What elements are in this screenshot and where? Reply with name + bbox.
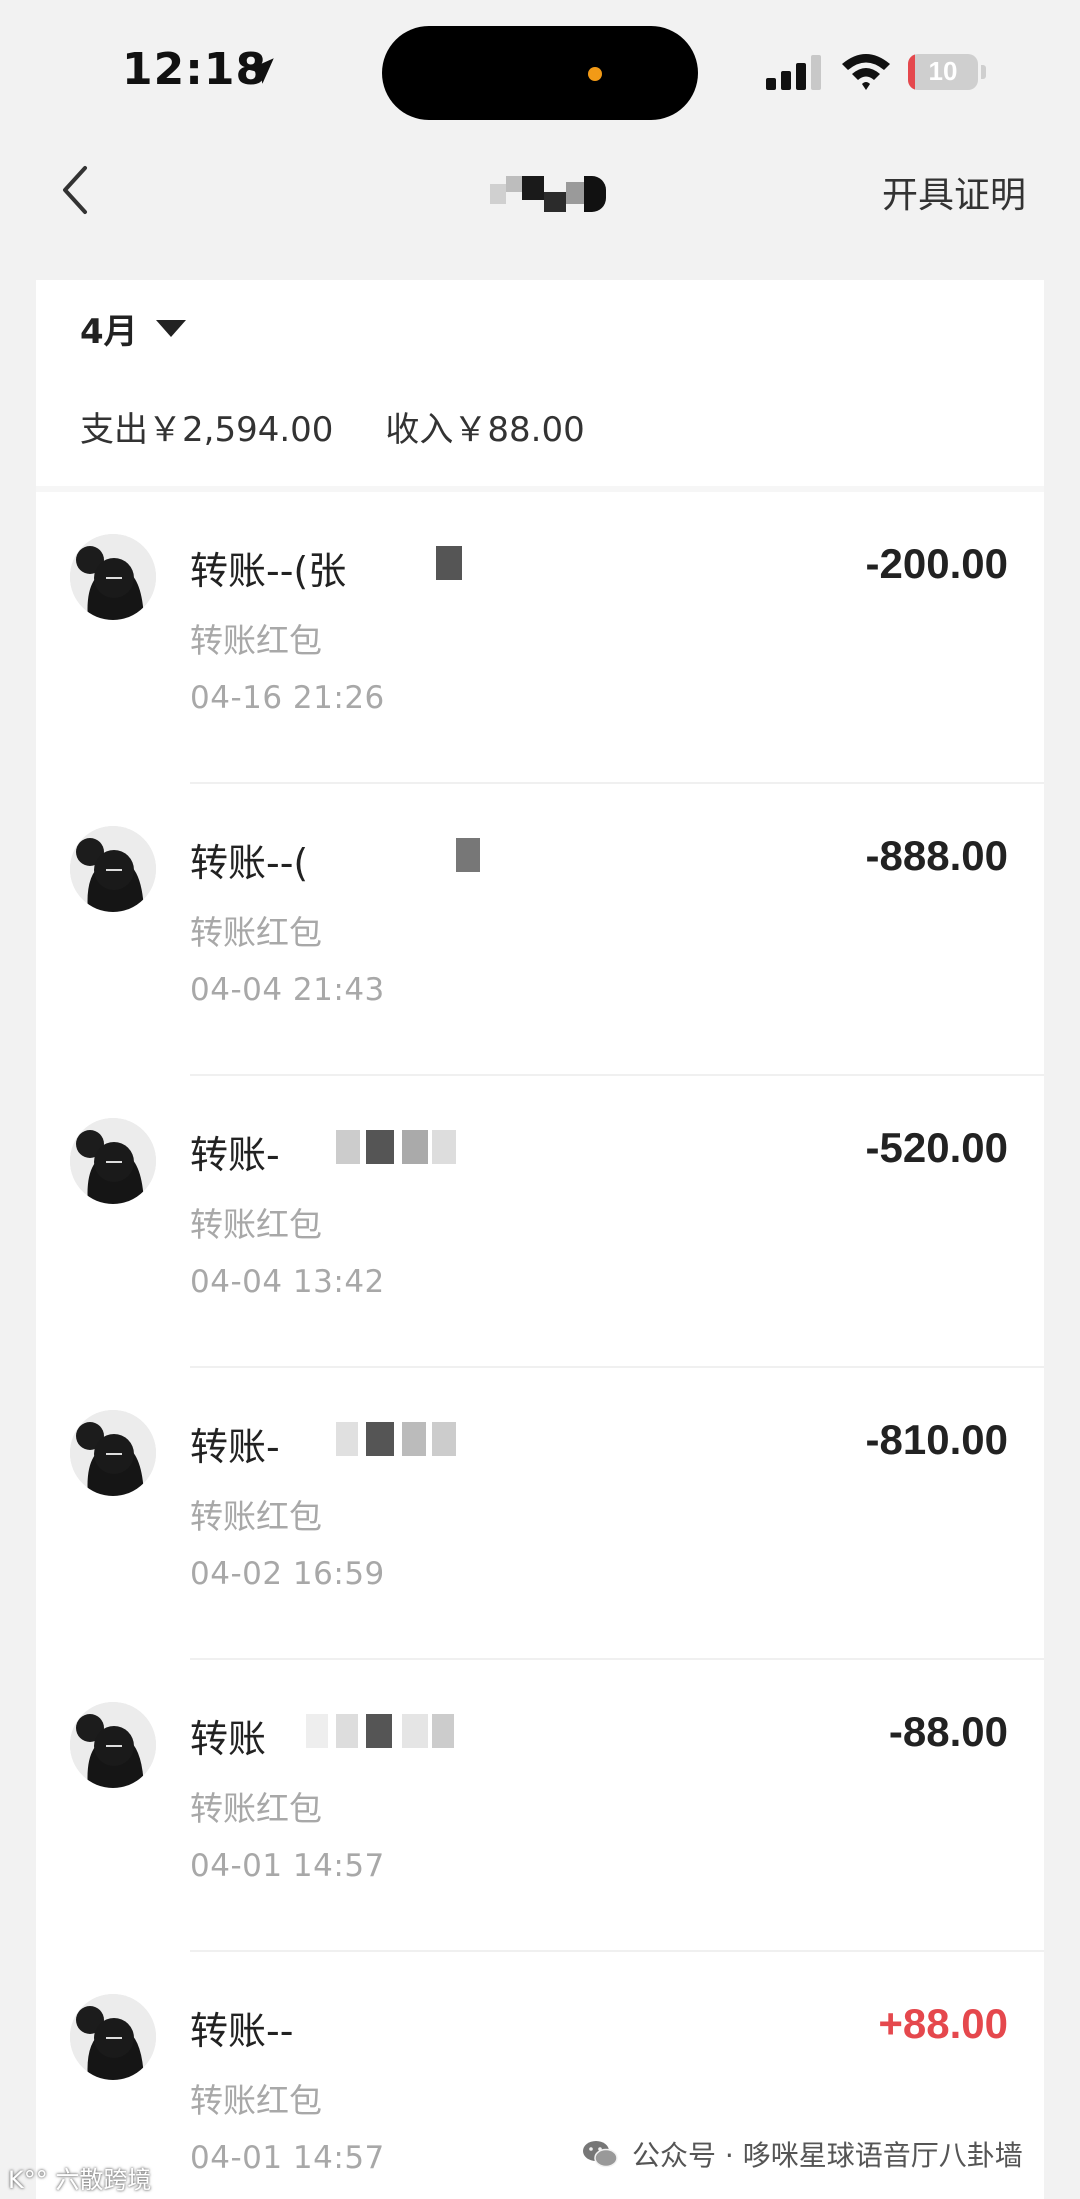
transaction-time: 04-04 21:43: [190, 972, 385, 1008]
redaction-mask: [336, 1714, 358, 1748]
cellular-signal-icon: [766, 55, 821, 90]
transaction-time: 04-01 14:57: [190, 2140, 385, 2176]
transaction-subtitle: 转账红包: [190, 621, 322, 660]
transaction-amount: -810.00: [865, 1416, 1008, 1463]
redaction-mask: [366, 1130, 394, 1164]
transaction-title: 转账--(: [190, 841, 309, 885]
watermark-left: K°° 六散跨境: [8, 2166, 152, 2194]
redaction-mask: [432, 1130, 456, 1164]
transaction-time: 04-04 13:42: [190, 1264, 385, 1300]
transaction-time: 04-16 21:26: [190, 680, 385, 716]
transaction-row[interactable]: 转账- 转账红包 04-04 13:42 -520.00: [36, 1076, 1044, 1368]
avatar: [70, 1702, 156, 1788]
avatar: [70, 826, 156, 912]
transaction-row[interactable]: 转账--( 转账红包 04-04 21:43 -888.00: [36, 784, 1044, 1076]
transaction-title: 转账-: [190, 1133, 280, 1177]
transaction-amount: -520.00: [865, 1124, 1008, 1171]
status-bar: 12:18 10: [0, 0, 1080, 140]
transaction-title: 转账--: [190, 2009, 294, 2053]
month-label: 4月: [80, 311, 138, 352]
watermark-right: 公众号 · 哆咪星球语音厅八卦墙: [582, 2134, 1023, 2174]
redaction-mask: [402, 1422, 426, 1456]
battery-level-text: 10: [928, 56, 958, 86]
transaction-subtitle: 转账红包: [190, 1789, 322, 1828]
wechat-icon: [583, 2141, 618, 2168]
avatar: [70, 1994, 156, 2080]
transaction-time: 04-02 16:59: [190, 1556, 385, 1592]
transaction-amount: -888.00: [865, 832, 1008, 879]
redaction-mask: [456, 838, 480, 872]
transaction-subtitle: 转账红包: [190, 2081, 322, 2120]
redaction-mask: [336, 1130, 360, 1164]
avatar: [70, 1118, 156, 1204]
transaction-title: 转账: [190, 1717, 267, 1761]
redaction-mask: [402, 1130, 428, 1164]
transaction-subtitle: 转账红包: [190, 1497, 322, 1536]
recording-indicator-icon: [588, 67, 602, 81]
transaction-amount: +88.00: [878, 2000, 1008, 2047]
transaction-row[interactable]: 转账--(张转账红包 04-16 21:26 -200.00: [36, 492, 1044, 784]
expense-total: 支出￥2,594.00: [80, 410, 334, 450]
redaction-mask: [306, 1714, 328, 1748]
redaction-mask: [432, 1714, 454, 1748]
transaction-title: 转账--(张: [190, 549, 347, 593]
wifi-icon: [842, 54, 890, 90]
redaction-mask: [366, 1714, 392, 1748]
transaction-time: 04-01 14:57: [190, 1848, 385, 1884]
avatar: [70, 1410, 156, 1496]
nav-title-redacted: [490, 176, 630, 216]
transaction-title: 转账-: [190, 1425, 280, 1469]
income-total: 收入￥88.00: [385, 410, 585, 450]
location-arrow-icon: [248, 58, 274, 84]
issue-certificate-button[interactable]: 开具证明: [882, 166, 1026, 218]
dynamic-island: [382, 26, 698, 120]
transaction-amount: -88.00: [888, 1708, 1008, 1755]
triangle-down-icon: [155, 319, 186, 337]
transaction-amount: -200.00: [865, 540, 1008, 587]
chevron-left-icon: [63, 166, 87, 214]
redaction-mask: [436, 546, 462, 580]
transaction-subtitle: 转账红包: [190, 913, 322, 952]
transaction-list: 转账--(张转账红包 04-16 21:26 -200.00 转账--( 转账红包 04-…: [36, 492, 1044, 2199]
transaction-row[interactable]: 转账转账红包 04-01 14:57 -88.00: [36, 1660, 1044, 1952]
transaction-row[interactable]: 转账- 转账红包 04-02 16:59 -810.00: [36, 1368, 1044, 1660]
avatar: [70, 534, 156, 620]
month-selector[interactable]: 4月: [80, 298, 186, 358]
transaction-subtitle: 转账红包: [190, 1205, 322, 1244]
watermark-right-text: 公众号 · 哆咪星球语音厅八卦墙: [632, 2139, 1023, 2172]
monthly-summary: 支出￥2,594.00 收入￥88.00: [80, 402, 585, 451]
redaction-mask: [366, 1422, 394, 1456]
redaction-mask: [336, 1422, 358, 1456]
nav-bar: 开具证明: [0, 140, 1080, 270]
back-button[interactable]: [44, 160, 104, 220]
redaction-mask: [402, 1714, 428, 1748]
transaction-card: 4月 支出￥2,594.00 收入￥88.00 转账--(张转账红包 04-16 2…: [36, 280, 1044, 2199]
battery-icon: 10: [908, 54, 986, 90]
redaction-mask: [432, 1422, 456, 1456]
